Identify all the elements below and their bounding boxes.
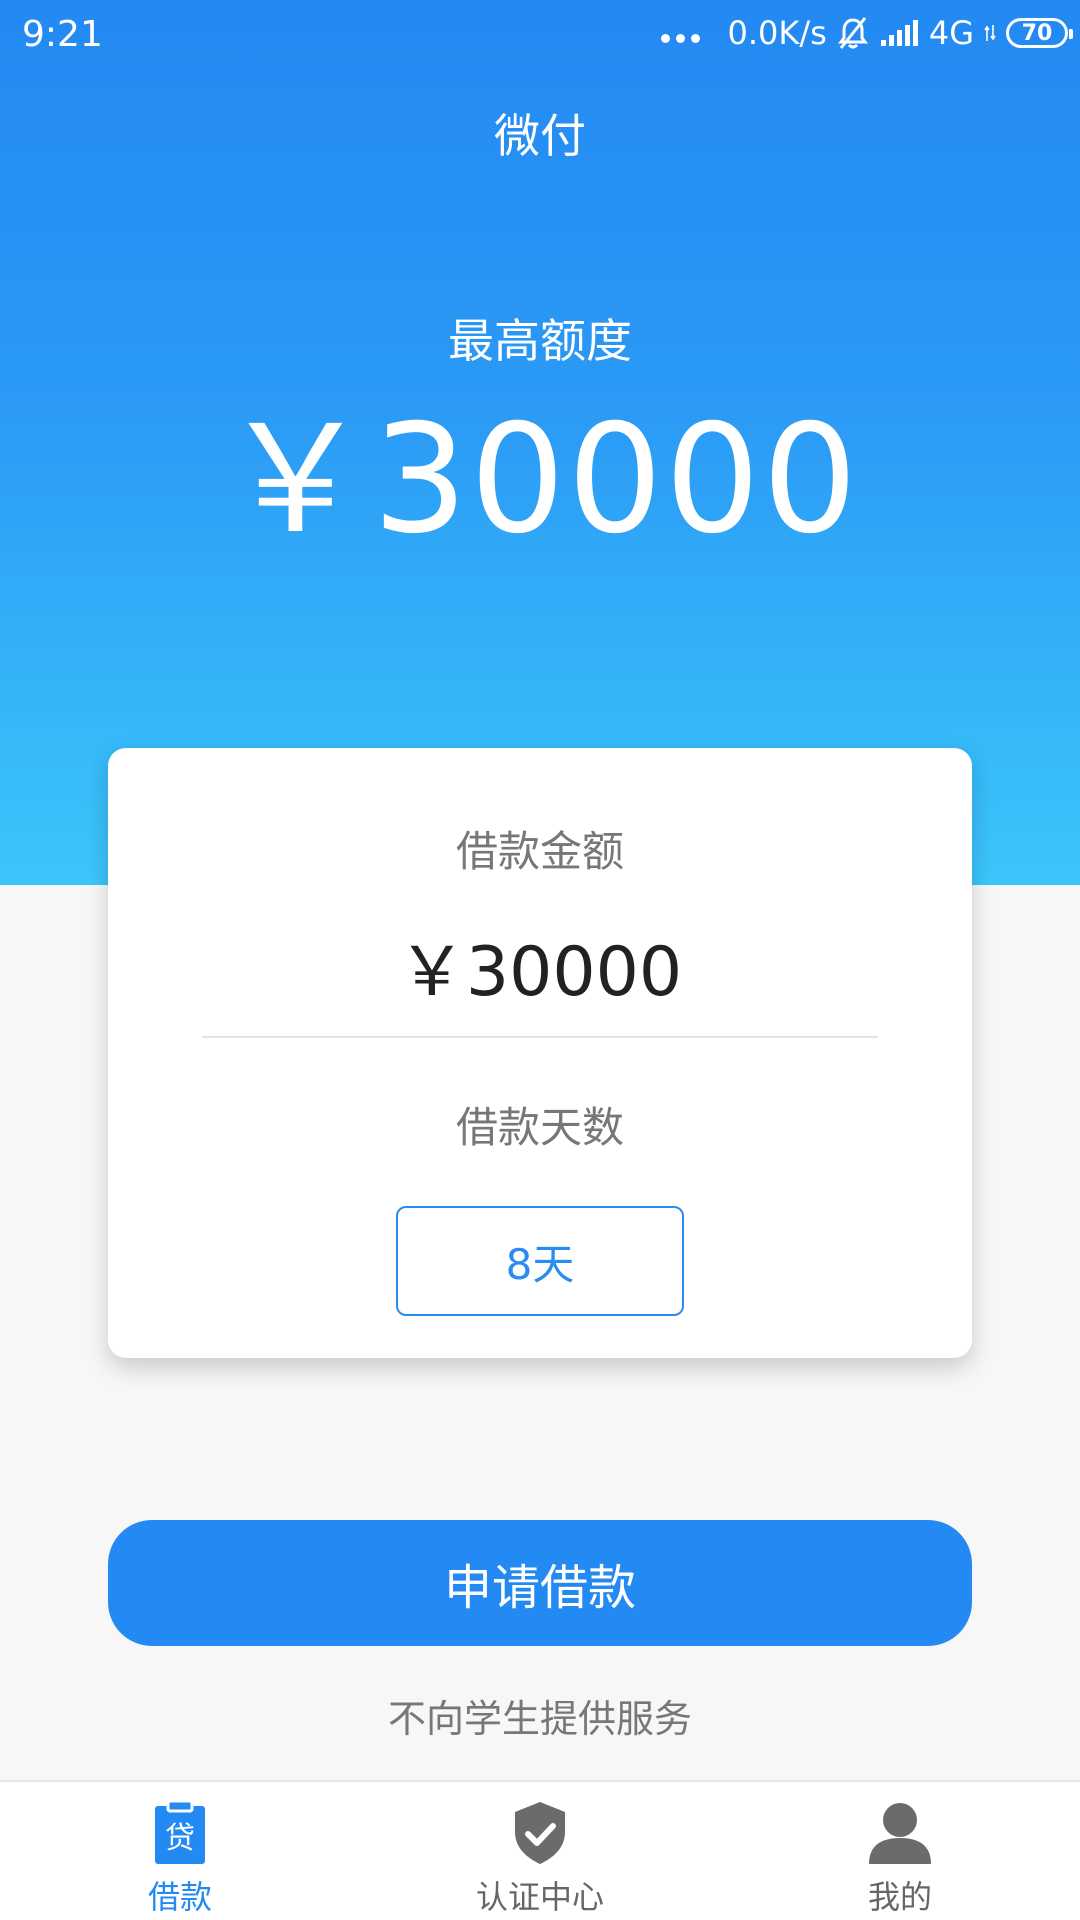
- loan-card: 借款金额 ￥30000 借款天数 8天: [108, 748, 972, 1358]
- battery-level: 70: [1021, 20, 1053, 46]
- tab-mine[interactable]: 我的: [720, 1782, 1080, 1920]
- student-notice: 不向学生提供服务: [387, 1697, 692, 1741]
- loan-amount-label: 借款金额: [455, 827, 624, 876]
- tab-mine-label: 我的: [867, 1878, 932, 1916]
- loan-icon: 贷: [155, 1800, 205, 1864]
- status-indicators: 0.0K/s 4G 70: [660, 14, 1073, 52]
- tab-verification[interactable]: 认证中心: [360, 1782, 720, 1920]
- data-arrows-icon: [984, 25, 996, 41]
- apply-loan-button[interactable]: 申请借款: [108, 1520, 972, 1646]
- signal-icon: [880, 20, 918, 46]
- bell-muted-icon: [837, 17, 868, 49]
- bottom-tabbar: 贷 借款 认证中心 我的: [0, 1780, 1080, 1920]
- status-time: 9:21: [22, 14, 103, 55]
- user-icon: [869, 1803, 931, 1864]
- shield-check-icon: [515, 1802, 565, 1864]
- battery-icon: 70: [1006, 18, 1073, 48]
- page-title: 微付: [494, 109, 586, 163]
- loan-days-label: 借款天数: [455, 1103, 624, 1152]
- tab-loan[interactable]: 贷 借款: [0, 1782, 360, 1920]
- max-credit-amount: ￥30000: [220, 393, 860, 567]
- max-credit-label: 最高额度: [448, 314, 632, 368]
- loan-days-selector[interactable]: 8天: [396, 1206, 684, 1316]
- status-bar: 9:21 0.0K/s 4G 70: [0, 0, 1080, 74]
- tab-verification-label: 认证中心: [475, 1878, 604, 1916]
- tab-loan-label: 借款: [147, 1878, 212, 1916]
- network-type: 4G: [928, 14, 974, 52]
- more-dots-icon: [660, 33, 700, 43]
- loan-icon-glyph: 贷: [165, 1821, 195, 1856]
- loan-amount-value: ￥30000: [397, 933, 683, 1012]
- network-speed: 0.0K/s: [727, 14, 827, 52]
- card-divider: [202, 1036, 878, 1038]
